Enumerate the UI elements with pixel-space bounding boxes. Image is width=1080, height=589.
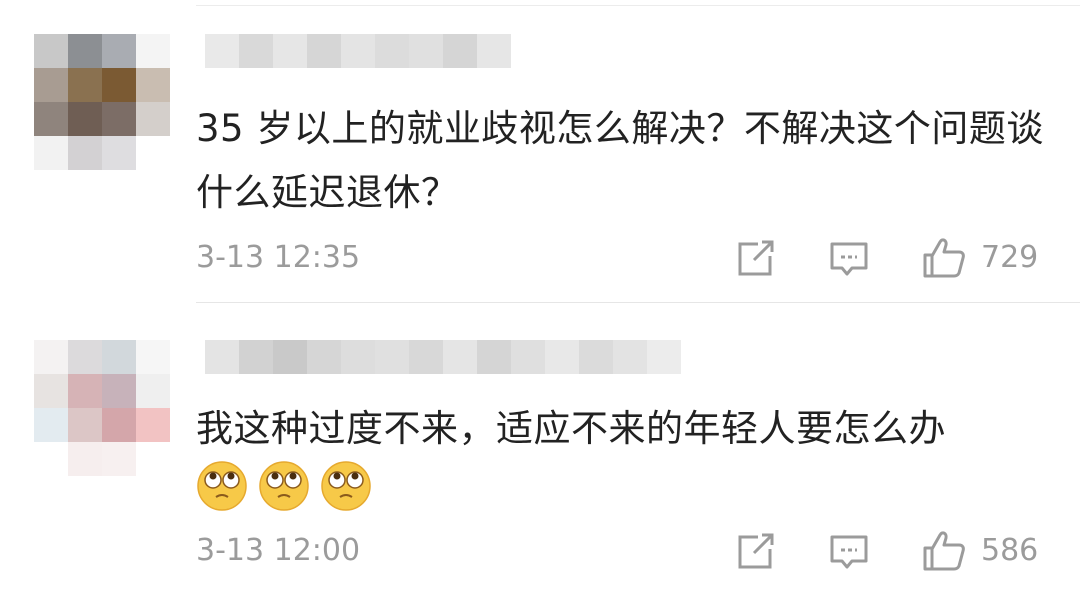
timestamp: 3-13 12:35 [196,240,361,275]
eye-roll-emoji [321,461,371,511]
comment-bubble-icon [830,535,868,569]
thumbs-up-icon [923,238,965,278]
thumbs-up-icon [923,531,965,571]
comment-bubble-icon [830,242,868,276]
eye-roll-emoji [197,461,247,511]
share-button[interactable] [734,529,776,573]
share-edit-icon [738,533,774,569]
reply-button[interactable] [828,529,870,573]
comment-text: 35 岁以上的就业歧视怎么解决？不解决这个问题谈什么延迟退休？ [196,107,1044,214]
like-count: 729 [981,240,1039,275]
username-blurred[interactable] [205,34,511,68]
avatar[interactable] [34,34,170,170]
like-count: 586 [981,533,1039,568]
comment-item: 35 岁以上的就业歧视怎么解决？不解决这个问题谈什么延迟退休？ 3-13 12:… [0,0,1080,303]
emoji-row [196,460,372,512]
reply-button[interactable] [828,236,870,280]
eye-roll-emoji [259,461,309,511]
comment-item: 我这种过度不来，适应不来的年轻人要怎么办 3-13 12:00 586 [0,300,1080,589]
like-button[interactable]: 586 [921,529,1038,573]
comment-meta: 3-13 12:35 729 [196,236,1046,280]
timestamp: 3-13 12:00 [196,533,361,568]
share-edit-icon [738,240,774,276]
avatar[interactable] [34,340,170,476]
username-blurred[interactable] [205,340,681,374]
share-button[interactable] [734,236,776,280]
like-button[interactable]: 729 [921,236,1038,280]
comment-text: 我这种过度不来，适应不来的年轻人要怎么办 [196,407,946,450]
comment-meta: 3-13 12:00 586 [196,529,1046,573]
